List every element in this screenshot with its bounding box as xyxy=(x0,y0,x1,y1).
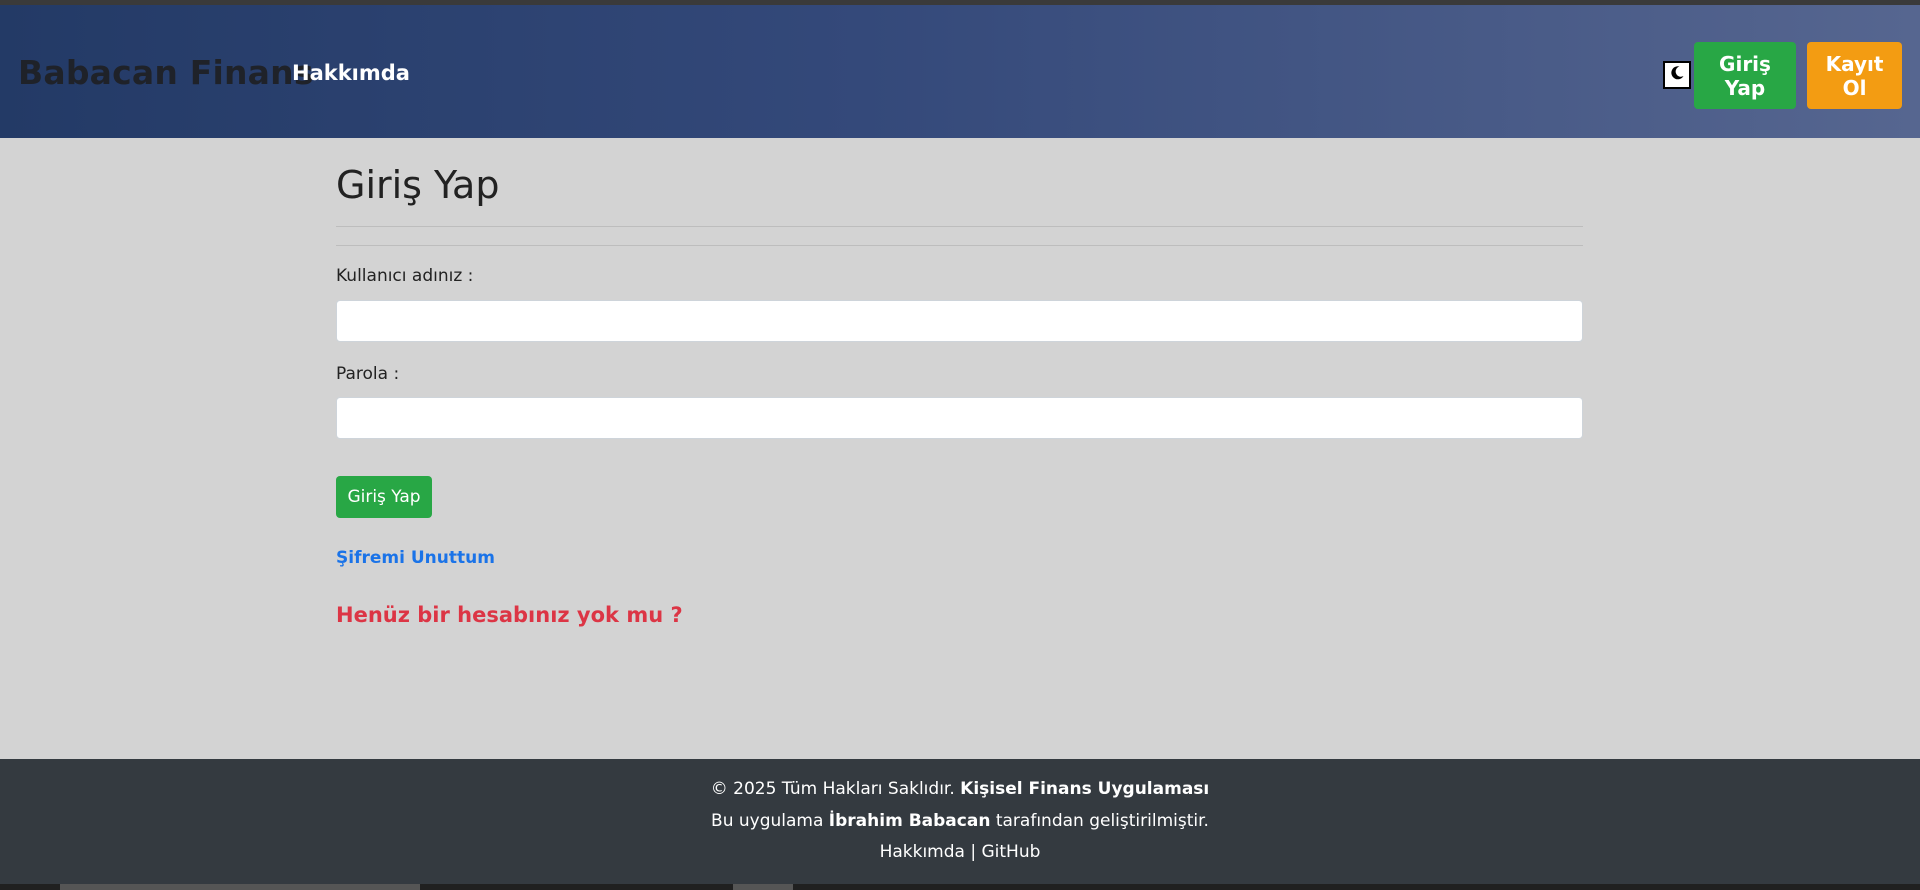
brand-logo[interactable]: Babacan Finans xyxy=(18,53,314,92)
footer-credit: Bu uygulama İbrahim Babacan tarafından g… xyxy=(0,811,1920,831)
footer-separator: | xyxy=(970,842,977,862)
page-title: Giriş Yap xyxy=(336,163,500,207)
footer-about-link[interactable]: Hakkımda xyxy=(880,842,965,862)
login-submit-button[interactable]: Giriş Yap xyxy=(336,476,432,518)
horizontal-scrollbar-thumb[interactable] xyxy=(733,884,793,890)
username-label: Kullanıcı adınız : xyxy=(336,266,474,286)
nav-link-about[interactable]: Hakkımda xyxy=(292,61,410,85)
theme-toggle-button[interactable] xyxy=(1663,61,1691,89)
copyright-text: © 2025 Tüm Hakları Saklıdır. xyxy=(710,779,955,799)
author-name: İbrahim Babacan xyxy=(828,811,991,831)
nav-login-button[interactable]: Giriş Yap xyxy=(1694,42,1796,109)
nav-register-button[interactable]: Kayıt Ol xyxy=(1807,42,1902,109)
navbar: Babacan Finans Hakkımda Giriş Yap Kayıt … xyxy=(0,5,1920,138)
footer-links: Hakkımda | GitHub xyxy=(0,842,1920,862)
password-label: Parola : xyxy=(336,364,400,384)
app-name: Kişisel Finans Uygulaması xyxy=(960,779,1210,799)
footer: © 2025 Tüm Hakları Saklıdır. Kişisel Fin… xyxy=(0,759,1920,890)
divider xyxy=(336,245,1583,246)
password-input[interactable] xyxy=(336,397,1583,439)
username-input[interactable] xyxy=(336,300,1583,342)
horizontal-scrollbar-thumb[interactable] xyxy=(60,884,420,890)
register-prompt-link[interactable]: Henüz bir hesabınız yok mu ? xyxy=(336,603,683,627)
moon-icon xyxy=(1669,65,1685,85)
footer-copyright: © 2025 Tüm Hakları Saklıdır. Kişisel Fin… xyxy=(0,779,1920,799)
footer-github-link[interactable]: GitHub xyxy=(982,842,1041,862)
divider xyxy=(336,226,1583,227)
credit-prefix: Bu uygulama xyxy=(711,811,824,831)
credit-suffix: tarafından geliştirilmiştir. xyxy=(995,811,1209,831)
forgot-password-link[interactable]: Şifremi Unuttum xyxy=(336,548,495,568)
